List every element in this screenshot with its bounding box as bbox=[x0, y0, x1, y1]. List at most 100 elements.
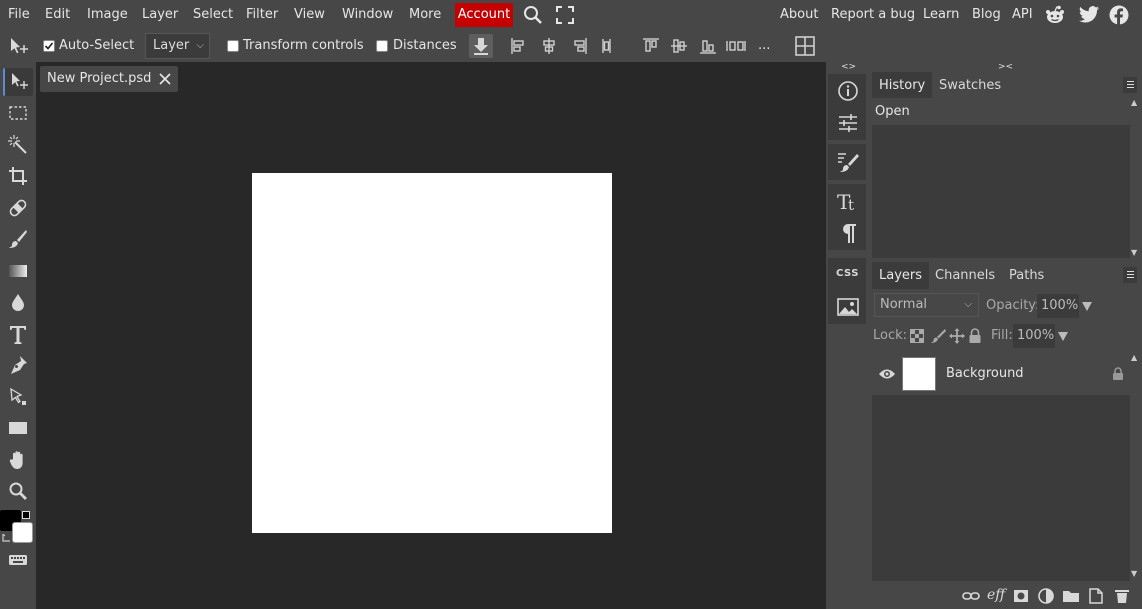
history-item[interactable]: Open bbox=[872, 98, 1130, 125]
menu-image[interactable]: Image bbox=[87, 0, 128, 30]
pen-tool[interactable] bbox=[3, 351, 33, 379]
delete-layer-icon[interactable] bbox=[1113, 588, 1131, 604]
new-group-icon[interactable] bbox=[1062, 588, 1080, 604]
adjustment-layer-icon[interactable] bbox=[1037, 588, 1055, 604]
fill-input[interactable]: 100% bbox=[1013, 324, 1055, 348]
adjustments-icon[interactable] bbox=[836, 111, 860, 135]
transform-controls-checkbox[interactable] bbox=[227, 40, 239, 52]
menu-more[interactable]: More bbox=[409, 0, 441, 30]
tab-layers[interactable]: Layers bbox=[872, 262, 930, 289]
layer-row[interactable]: Background bbox=[872, 353, 1130, 395]
lock-position-icon[interactable] bbox=[948, 327, 966, 345]
align-right-icon[interactable] bbox=[569, 36, 589, 56]
menu-window[interactable]: Window bbox=[342, 0, 393, 30]
blur-tool[interactable] bbox=[3, 288, 33, 316]
healing-brush-tool[interactable] bbox=[3, 194, 33, 222]
crop-tool[interactable] bbox=[3, 162, 33, 190]
menu-select[interactable]: Select bbox=[193, 0, 233, 30]
info-icon[interactable] bbox=[836, 79, 860, 103]
rectangle-tool[interactable] bbox=[3, 414, 33, 442]
auto-select-target-dropdown[interactable]: Layer ⌵ bbox=[145, 33, 210, 59]
link-learn[interactable]: Learn bbox=[923, 0, 959, 30]
collapse-right-toggle[interactable]: >< bbox=[998, 62, 1013, 72]
align-center-vertical-icon[interactable] bbox=[669, 36, 689, 56]
menu-edit[interactable]: Edit bbox=[45, 0, 70, 30]
brush-settings-icon[interactable] bbox=[836, 150, 860, 174]
opacity-input[interactable]: 100% bbox=[1037, 294, 1079, 318]
scroll-up-icon[interactable]: ▲ bbox=[1131, 98, 1137, 107]
align-center-horizontal-icon[interactable] bbox=[539, 36, 559, 56]
image-icon[interactable] bbox=[836, 295, 860, 319]
eye-icon[interactable] bbox=[878, 367, 896, 381]
layers-panel-tabs: Layers Channels Paths bbox=[870, 262, 1142, 289]
move-tool[interactable] bbox=[3, 68, 33, 96]
scroll-down-icon[interactable]: ▼ bbox=[1131, 569, 1137, 578]
lock-all-icon[interactable] bbox=[968, 328, 982, 344]
blend-mode-dropdown[interactable]: Normal ⌵ bbox=[874, 293, 979, 317]
facebook-icon[interactable] bbox=[1108, 5, 1130, 25]
gradient-tool[interactable] bbox=[3, 257, 33, 285]
document-tab[interactable]: New Project.psd bbox=[40, 66, 178, 92]
scroll-up-icon[interactable]: ▲ bbox=[1131, 353, 1137, 362]
scroll-down-icon[interactable]: ▼ bbox=[1131, 248, 1137, 257]
css-icon[interactable]: CSS bbox=[834, 263, 860, 287]
twitter-icon[interactable] bbox=[1078, 5, 1100, 25]
align-top-icon[interactable] bbox=[641, 36, 661, 56]
swap-colors-icon[interactable] bbox=[22, 511, 30, 519]
auto-select-checkbox[interactable] bbox=[43, 40, 55, 52]
tab-swatches[interactable]: Swatches bbox=[932, 72, 1008, 99]
layers-panel-menu[interactable] bbox=[1123, 267, 1137, 283]
layers-scrollbar[interactable]: ▲ ▼ bbox=[1130, 353, 1140, 581]
path-select-tool[interactable] bbox=[3, 383, 33, 411]
tab-history[interactable]: History bbox=[872, 72, 933, 99]
menu-view[interactable]: View bbox=[294, 0, 325, 30]
keyboard-shortcuts[interactable] bbox=[3, 546, 33, 574]
marquee-tool[interactable] bbox=[3, 99, 33, 127]
brush-tool[interactable] bbox=[3, 225, 33, 253]
layer-mask-icon[interactable] bbox=[1012, 588, 1030, 604]
align-bottom-icon[interactable] bbox=[698, 36, 718, 56]
lock-pixels-icon[interactable] bbox=[930, 328, 946, 344]
link-about[interactable]: About bbox=[780, 0, 818, 30]
background-color[interactable] bbox=[12, 522, 33, 543]
link-layers-icon[interactable] bbox=[962, 588, 980, 604]
history-scrollbar[interactable]: ▲ ▼ bbox=[1130, 98, 1140, 258]
distribute-vertical-icon[interactable] bbox=[725, 36, 746, 56]
distribute-horizontal-icon[interactable] bbox=[598, 36, 618, 56]
lock-fill-row: Lock: Fill: 100% bbox=[870, 321, 1142, 351]
document-canvas[interactable] bbox=[252, 173, 612, 533]
default-colors-icon[interactable] bbox=[2, 532, 12, 542]
hand-tool[interactable] bbox=[3, 446, 33, 474]
tab-channels[interactable]: Channels bbox=[928, 262, 1002, 289]
close-icon[interactable] bbox=[158, 72, 172, 86]
lock-transparency-icon[interactable] bbox=[910, 329, 924, 343]
link-report-bug[interactable]: Report a bug bbox=[831, 0, 915, 30]
opacity-slider-toggle[interactable] bbox=[1082, 302, 1092, 311]
move-tool-icon bbox=[8, 36, 28, 56]
tab-paths[interactable]: Paths bbox=[1002, 262, 1051, 289]
fill-slider-toggle[interactable] bbox=[1058, 332, 1068, 341]
paragraph-icon[interactable] bbox=[836, 221, 860, 245]
account-button[interactable]: Account bbox=[455, 3, 513, 27]
reddit-icon[interactable] bbox=[1044, 5, 1066, 25]
menu-filter[interactable]: Filter bbox=[246, 0, 278, 30]
link-blog[interactable]: Blog bbox=[972, 0, 1001, 30]
text-tool[interactable] bbox=[3, 320, 33, 348]
search-icon[interactable] bbox=[522, 5, 544, 25]
zoom-tool[interactable] bbox=[3, 477, 33, 505]
link-api[interactable]: API bbox=[1012, 0, 1033, 30]
history-panel-menu[interactable] bbox=[1123, 77, 1137, 93]
collapse-left-toggle[interactable]: <> bbox=[841, 62, 856, 72]
more-options[interactable]: ... bbox=[758, 30, 770, 62]
magic-wand-tool[interactable] bbox=[3, 131, 33, 159]
distances-checkbox[interactable] bbox=[376, 40, 388, 52]
menu-layer[interactable]: Layer bbox=[142, 0, 178, 30]
menu-file[interactable]: File bbox=[8, 0, 30, 30]
new-layer-icon[interactable] bbox=[1087, 588, 1105, 604]
align-left-icon[interactable] bbox=[509, 36, 529, 56]
layer-effects-button[interactable]: eff bbox=[987, 587, 1009, 603]
download-icon[interactable] bbox=[469, 34, 493, 58]
character-icon[interactable]: Tt bbox=[836, 189, 860, 214]
grid-icon[interactable] bbox=[794, 35, 816, 57]
fullscreen-icon[interactable] bbox=[555, 5, 577, 25]
